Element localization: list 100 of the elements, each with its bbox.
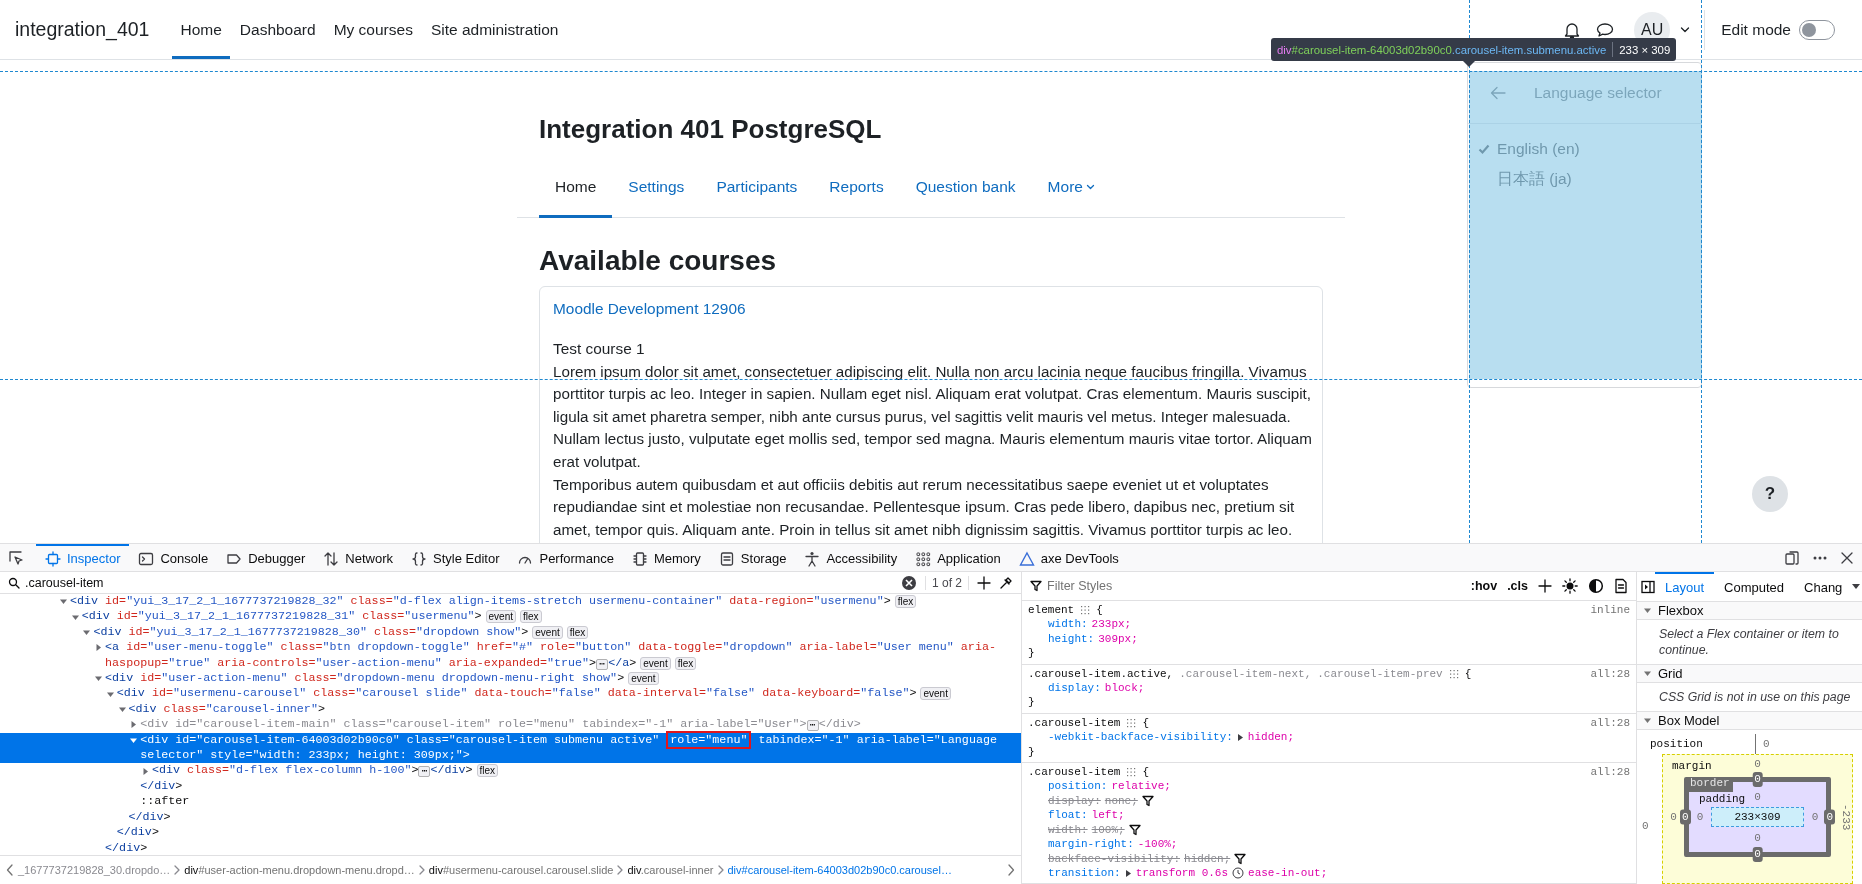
site-name[interactable]: integration_401 [15,18,150,41]
sidebar-tab[interactable]: Computed [1714,572,1795,601]
nav-link[interactable]: Site administration [422,0,567,59]
breadcrumb[interactable]: _1677737219828_30.dropdo… [18,864,171,876]
rule-source[interactable]: all:28 [1590,666,1630,682]
bell-icon[interactable] [1564,20,1581,39]
css-property[interactable]: margin-right: [1048,837,1134,852]
css-property[interactable]: display: [1048,681,1101,696]
grid-dots-icon[interactable] [1080,605,1091,616]
css-property[interactable]: width: [1048,617,1088,632]
help-button[interactable]: ? [1752,476,1788,512]
nav-link[interactable]: My courses [325,0,421,59]
plus-icon[interactable] [977,575,991,590]
devtools-tab[interactable]: Debugger [217,543,315,572]
toggle-button[interactable]: .cls [1507,579,1528,593]
collapsed-arrow-icon[interactable] [94,643,104,653]
css-value[interactable]: 233px; [1091,617,1132,632]
edit-mode-switch[interactable] [1799,19,1835,40]
expanded-arrow-icon[interactable] [94,674,104,684]
node-markup[interactable]: <div class="d-flex flex-column h-100"> ⋯ </div> flex [151,763,1017,779]
contrast-icon[interactable] [1588,578,1604,594]
rule-source[interactable]: all:28 [1590,715,1630,731]
breadcrumb[interactable]: div#carousel-item-64003d02b90c0.carousel… [727,864,952,876]
css-value[interactable]: left; [1091,808,1125,823]
box-value[interactable]: 0 [1804,811,1826,823]
search-field[interactable]: .carousel-item [25,575,893,590]
clear-icon[interactable] [900,574,917,591]
box-value[interactable]: 0 [1752,847,1763,862]
filter-icon[interactable] [1128,823,1141,836]
grid-dots-icon[interactable] [1126,767,1137,778]
css-property[interactable]: width: [1048,822,1088,838]
css-value[interactable]: block; [1104,681,1145,696]
css-property[interactable]: position: [1048,779,1108,794]
course-tab[interactable]: Participants [700,165,814,218]
css-value[interactable]: hidden; [1184,851,1231,866]
filter-icon[interactable] [1234,852,1247,865]
filter-styles-field[interactable]: Filter Styles [1047,579,1463,593]
pseudo-element[interactable]: ::after [140,794,190,810]
close-icon[interactable] [1840,550,1854,565]
sidebar-tab[interactable]: Chang [1794,572,1853,601]
grid-dots-icon[interactable] [1126,718,1137,729]
box-value[interactable]: 0 [1751,786,1764,807]
expanded-arrow-icon[interactable] [82,628,92,637]
css-property[interactable]: float: [1048,808,1088,823]
scroll-right-icon[interactable] [1007,864,1015,876]
devtools-tab[interactable]: Style Editor [402,543,509,572]
clock-icon[interactable] [1232,867,1245,880]
box-value[interactable]: 0 [1824,809,1835,825]
grid-dots-icon[interactable] [1448,668,1459,679]
css-property[interactable]: height: [1048,631,1095,647]
breadcrumb[interactable]: div#user-action-menu.dropdown-menu.dropd… [184,864,415,876]
box-value[interactable]: 0 [1751,827,1764,848]
speech-bubble-icon[interactable] [1596,21,1615,38]
course-tab[interactable]: Question bank [899,165,1032,218]
css-property[interactable]: transition: [1048,865,1121,881]
expanded-arrow-icon[interactable] [117,705,127,715]
section-header[interactable]: Grid [1637,665,1862,683]
nav-link[interactable]: Dashboard [231,0,324,59]
box-value[interactable]: 0 [1689,811,1711,823]
cursor-box-icon[interactable] [8,549,24,566]
course-link[interactable]: Moodle Development 12906 [553,298,746,320]
css-value[interactable]: none; [1104,793,1138,809]
expand-triangle-icon[interactable] [1236,732,1244,742]
css-value[interactable]: relative; [1111,779,1171,794]
sidebar-toggle-icon[interactable] [1641,579,1655,594]
plus-icon[interactable] [1538,579,1552,593]
devtools-tab[interactable]: Application [906,543,1010,572]
css-value[interactable]: ease-in-out; [1248,865,1328,881]
css-value[interactable]: hidden; [1247,730,1295,745]
chevron-down-icon[interactable] [1680,25,1691,34]
breadcrumb[interactable]: div#usermenu-carousel.carousel.slide [428,864,614,876]
dropdown-triangle-icon[interactable] [1852,583,1861,590]
nav-link[interactable]: Home [172,0,230,59]
section-header[interactable]: Flexbox [1637,602,1862,620]
content-box[interactable]: 233×309 [1711,807,1804,827]
sun-icon[interactable] [1562,578,1578,594]
devtools-tab[interactable]: Performance [508,543,623,572]
dock-icon[interactable] [1784,549,1800,566]
box-value[interactable]: 0 [1752,772,1763,787]
breadcrumb[interactable]: div.carousel-inner [627,864,714,876]
css-property[interactable]: -webkit-backface-visibility: [1048,730,1233,745]
eyedropper-icon[interactable] [999,575,1013,590]
scroll-left-icon[interactable] [6,864,14,876]
course-tab[interactable]: Settings [612,165,701,218]
course-tab[interactable]: More [1031,165,1111,218]
rule-source[interactable]: all:28 [1590,765,1630,780]
tree-row[interactable]: <div class="d-flex flex-column h-100"> ⋯ </div> flex [0,763,1021,779]
devtools-tab[interactable]: Memory [622,543,710,572]
rule-source[interactable]: inline [1590,603,1630,618]
box-value[interactable]: 0 [1680,809,1691,825]
devtools-tab[interactable]: Accessibility [795,543,907,572]
css-value[interactable]: 100%; [1091,822,1125,838]
filter-icon[interactable] [1141,795,1154,808]
devtools-tab[interactable]: Network [314,543,402,572]
css-value[interactable]: transform 0.6s [1135,865,1229,881]
expand-triangle-icon[interactable] [1124,868,1132,878]
collapsed-arrow-icon[interactable] [129,720,139,730]
course-tab[interactable]: Home [539,165,613,218]
document-icon[interactable] [1614,578,1628,594]
toggle-button[interactable]: :hov [1470,579,1498,593]
